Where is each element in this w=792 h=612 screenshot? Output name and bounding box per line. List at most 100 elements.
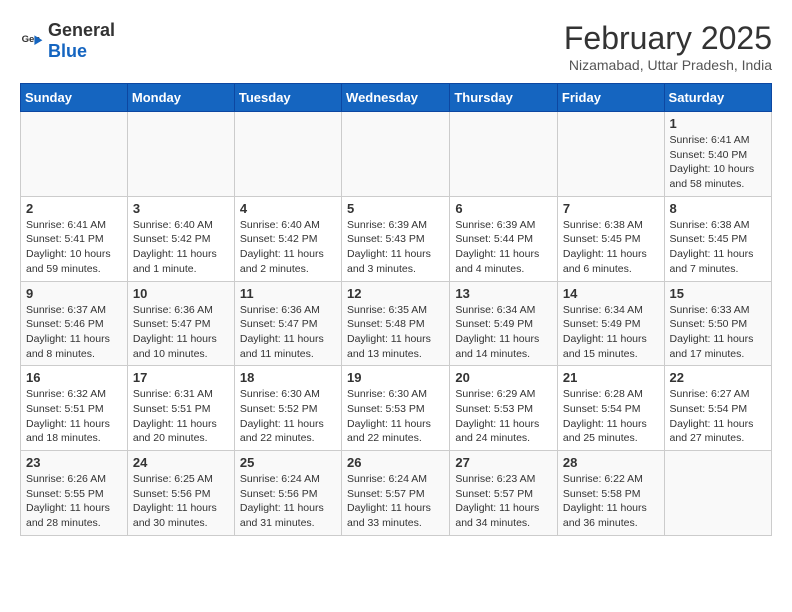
day-number: 11 bbox=[240, 286, 336, 301]
day-number: 1 bbox=[670, 116, 766, 131]
day-number: 4 bbox=[240, 201, 336, 216]
day-number: 9 bbox=[26, 286, 122, 301]
calendar-cell: 6 Sunrise: 6:39 AM Sunset: 5:44 PM Daylig… bbox=[450, 196, 558, 281]
location-subtitle: Nizamabad, Uttar Pradesh, India bbox=[564, 57, 772, 73]
calendar-cell: 10 Sunrise: 6:36 AM Sunset: 5:47 PM Dayli… bbox=[127, 281, 234, 366]
day-number: 22 bbox=[670, 370, 766, 385]
day-number: 13 bbox=[455, 286, 552, 301]
calendar-cell: 19 Sunrise: 6:30 AM Sunset: 5:53 PM Dayli… bbox=[342, 366, 450, 451]
day-number: 28 bbox=[563, 455, 659, 470]
calendar-week-row: 2 Sunrise: 6:41 AM Sunset: 5:41 PM Daylig… bbox=[21, 196, 772, 281]
day-info: Sunrise: 6:32 AM Sunset: 5:51 PM Dayligh… bbox=[26, 387, 122, 446]
calendar-header-wednesday: Wednesday bbox=[342, 84, 450, 112]
day-number: 26 bbox=[347, 455, 444, 470]
day-info: Sunrise: 6:34 AM Sunset: 5:49 PM Dayligh… bbox=[563, 303, 659, 362]
calendar-cell: 11 Sunrise: 6:36 AM Sunset: 5:47 PM Dayli… bbox=[234, 281, 341, 366]
day-info: Sunrise: 6:38 AM Sunset: 5:45 PM Dayligh… bbox=[563, 218, 659, 277]
day-info: Sunrise: 6:31 AM Sunset: 5:51 PM Dayligh… bbox=[133, 387, 229, 446]
day-number: 14 bbox=[563, 286, 659, 301]
calendar-week-row: 23Sunrise: 6:26 AM Sunset: 5:55 PM Dayli… bbox=[21, 451, 772, 536]
logo-general: General bbox=[48, 20, 115, 40]
day-info: Sunrise: 6:22 AM Sunset: 5:58 PM Dayligh… bbox=[563, 472, 659, 531]
day-number: 12 bbox=[347, 286, 444, 301]
day-number: 24 bbox=[133, 455, 229, 470]
calendar-header-monday: Monday bbox=[127, 84, 234, 112]
day-number: 19 bbox=[347, 370, 444, 385]
day-number: 25 bbox=[240, 455, 336, 470]
day-number: 8 bbox=[670, 201, 766, 216]
day-info: Sunrise: 6:36 AM Sunset: 5:47 PM Dayligh… bbox=[240, 303, 336, 362]
day-info: Sunrise: 6:30 AM Sunset: 5:52 PM Dayligh… bbox=[240, 387, 336, 446]
calendar-cell: 3 Sunrise: 6:40 AM Sunset: 5:42 PM Daylig… bbox=[127, 196, 234, 281]
logo: Gen General Blue bbox=[20, 20, 115, 62]
calendar-header-row: SundayMondayTuesdayWednesdayThursdayFrid… bbox=[21, 84, 772, 112]
calendar-cell: 15 Sunrise: 6:33 AM Sunset: 5:50 PM Dayli… bbox=[664, 281, 771, 366]
calendar-cell: 5 Sunrise: 6:39 AM Sunset: 5:43 PM Daylig… bbox=[342, 196, 450, 281]
calendar-week-row: 9 Sunrise: 6:37 AM Sunset: 5:46 PM Daylig… bbox=[21, 281, 772, 366]
day-info: Sunrise: 6:40 AM Sunset: 5:42 PM Dayligh… bbox=[133, 218, 229, 277]
day-info: Sunrise: 6:24 AM Sunset: 5:57 PM Dayligh… bbox=[347, 472, 444, 531]
day-info: Sunrise: 6:40 AM Sunset: 5:42 PM Dayligh… bbox=[240, 218, 336, 277]
calendar-cell: 12 Sunrise: 6:35 AM Sunset: 5:48 PM Dayli… bbox=[342, 281, 450, 366]
day-number: 17 bbox=[133, 370, 229, 385]
logo-blue: Blue bbox=[48, 41, 87, 61]
calendar-cell: 17 Sunrise: 6:31 AM Sunset: 5:51 PM Dayli… bbox=[127, 366, 234, 451]
calendar-header-sunday: Sunday bbox=[21, 84, 128, 112]
calendar-cell: 26 Sunrise: 6:24 AM Sunset: 5:57 PM Dayli… bbox=[342, 451, 450, 536]
calendar-cell: 28 Sunrise: 6:22 AM Sunset: 5:58 PM Dayli… bbox=[557, 451, 664, 536]
day-info: Sunrise: 6:30 AM Sunset: 5:53 PM Dayligh… bbox=[347, 387, 444, 446]
calendar-cell bbox=[127, 112, 234, 197]
day-number: 20 bbox=[455, 370, 552, 385]
calendar-cell: 25Sunrise: 6:24 AM Sunset: 5:56 PM Dayli… bbox=[234, 451, 341, 536]
day-number: 5 bbox=[347, 201, 444, 216]
day-number: 6 bbox=[455, 201, 552, 216]
title-block: February 2025 Nizamabad, Uttar Pradesh, … bbox=[564, 20, 772, 73]
calendar-cell: 8 Sunrise: 6:38 AM Sunset: 5:45 PM Daylig… bbox=[664, 196, 771, 281]
calendar-cell bbox=[234, 112, 341, 197]
logo-icon: Gen bbox=[20, 29, 44, 53]
calendar-cell: 13Sunrise: 6:34 AM Sunset: 5:49 PM Dayli… bbox=[450, 281, 558, 366]
calendar-header-saturday: Saturday bbox=[664, 84, 771, 112]
calendar-cell bbox=[664, 451, 771, 536]
day-number: 2 bbox=[26, 201, 122, 216]
day-info: Sunrise: 6:26 AM Sunset: 5:55 PM Dayligh… bbox=[26, 472, 122, 531]
day-number: 18 bbox=[240, 370, 336, 385]
calendar-cell: 23Sunrise: 6:26 AM Sunset: 5:55 PM Dayli… bbox=[21, 451, 128, 536]
day-info: Sunrise: 6:25 AM Sunset: 5:56 PM Dayligh… bbox=[133, 472, 229, 531]
day-info: Sunrise: 6:35 AM Sunset: 5:48 PM Dayligh… bbox=[347, 303, 444, 362]
calendar-cell bbox=[557, 112, 664, 197]
calendar-cell: 7 Sunrise: 6:38 AM Sunset: 5:45 PM Daylig… bbox=[557, 196, 664, 281]
calendar-header-friday: Friday bbox=[557, 84, 664, 112]
day-info: Sunrise: 6:27 AM Sunset: 5:54 PM Dayligh… bbox=[670, 387, 766, 446]
calendar-cell: 22 Sunrise: 6:27 AM Sunset: 5:54 PM Dayli… bbox=[664, 366, 771, 451]
page-header: Gen General Blue February 2025 Nizamabad… bbox=[20, 20, 772, 73]
day-info: Sunrise: 6:39 AM Sunset: 5:43 PM Dayligh… bbox=[347, 218, 444, 277]
calendar-cell: 4 Sunrise: 6:40 AM Sunset: 5:42 PM Daylig… bbox=[234, 196, 341, 281]
day-info: Sunrise: 6:41 AM Sunset: 5:41 PM Dayligh… bbox=[26, 218, 122, 277]
day-number: 21 bbox=[563, 370, 659, 385]
calendar-cell: 21Sunrise: 6:28 AM Sunset: 5:54 PM Dayli… bbox=[557, 366, 664, 451]
day-info: Sunrise: 6:33 AM Sunset: 5:50 PM Dayligh… bbox=[670, 303, 766, 362]
month-title: February 2025 bbox=[564, 20, 772, 57]
calendar-header-tuesday: Tuesday bbox=[234, 84, 341, 112]
day-info: Sunrise: 6:38 AM Sunset: 5:45 PM Dayligh… bbox=[670, 218, 766, 277]
day-number: 16 bbox=[26, 370, 122, 385]
day-info: Sunrise: 6:29 AM Sunset: 5:53 PM Dayligh… bbox=[455, 387, 552, 446]
day-number: 10 bbox=[133, 286, 229, 301]
day-info: Sunrise: 6:36 AM Sunset: 5:47 PM Dayligh… bbox=[133, 303, 229, 362]
calendar-cell: 20 Sunrise: 6:29 AM Sunset: 5:53 PM Dayli… bbox=[450, 366, 558, 451]
calendar-table: SundayMondayTuesdayWednesdayThursdayFrid… bbox=[20, 83, 772, 536]
day-number: 3 bbox=[133, 201, 229, 216]
day-info: Sunrise: 6:23 AM Sunset: 5:57 PM Dayligh… bbox=[455, 472, 552, 531]
calendar-cell: 24 Sunrise: 6:25 AM Sunset: 5:56 PM Dayli… bbox=[127, 451, 234, 536]
calendar-cell bbox=[342, 112, 450, 197]
day-number: 15 bbox=[670, 286, 766, 301]
calendar-week-row: 16 Sunrise: 6:32 AM Sunset: 5:51 PM Dayli… bbox=[21, 366, 772, 451]
day-number: 7 bbox=[563, 201, 659, 216]
day-info: Sunrise: 6:41 AM Sunset: 5:40 PM Dayligh… bbox=[670, 133, 766, 192]
calendar-cell bbox=[21, 112, 128, 197]
day-info: Sunrise: 6:39 AM Sunset: 5:44 PM Dayligh… bbox=[455, 218, 552, 277]
day-info: Sunrise: 6:37 AM Sunset: 5:46 PM Dayligh… bbox=[26, 303, 122, 362]
calendar-cell: 27Sunrise: 6:23 AM Sunset: 5:57 PM Dayli… bbox=[450, 451, 558, 536]
calendar-cell: 14 Sunrise: 6:34 AM Sunset: 5:49 PM Dayli… bbox=[557, 281, 664, 366]
